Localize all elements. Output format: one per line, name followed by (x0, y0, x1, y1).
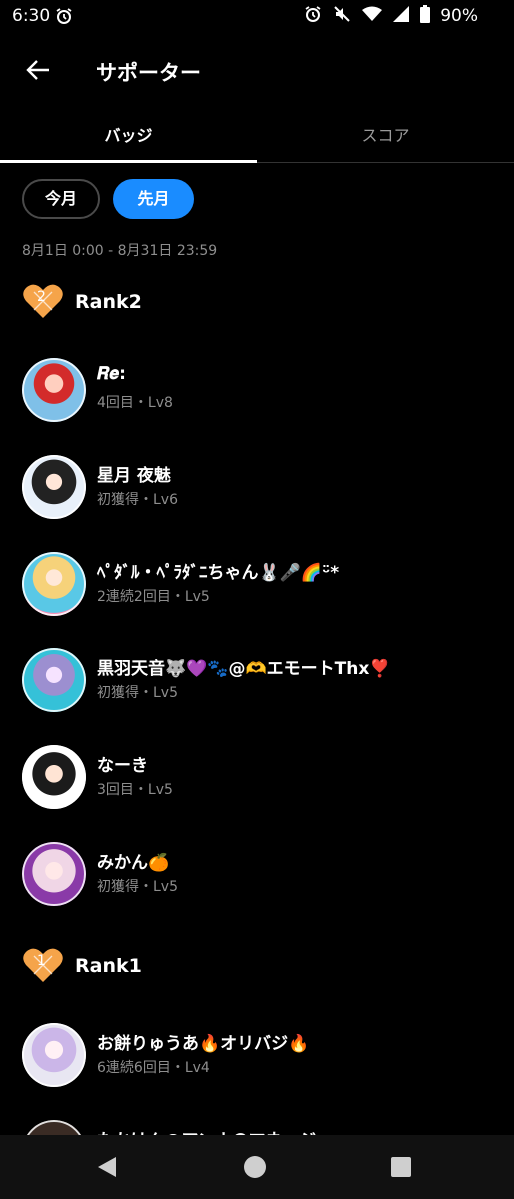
avatar (22, 745, 86, 809)
circle-home-icon (244, 1156, 266, 1178)
avatar (22, 648, 86, 712)
supporter-name: みかん🍊 (97, 853, 170, 873)
rank-label: Rank1 (75, 955, 142, 977)
avatar (22, 842, 86, 906)
tab-bar: バッジ スコア (0, 112, 514, 163)
back-button[interactable] (24, 56, 52, 84)
supporter-name: 星月 夜魅 (97, 466, 171, 486)
heart-badge-icon: 1 (23, 948, 63, 982)
alarm-icon (55, 7, 73, 29)
avatar (22, 552, 86, 616)
supporter-item[interactable]: 𝑹𝒆: 4回目・Lv8 (22, 358, 492, 424)
supporter-item[interactable]: なーき 3回目・Lv5 (22, 745, 492, 811)
battery-percent: 90% (440, 6, 478, 26)
supporter-name: 𝑹𝒆: (97, 364, 126, 384)
heart-badge-icon: 2 (23, 284, 63, 318)
wifi-icon (362, 6, 382, 26)
square-recents-icon (391, 1157, 411, 1177)
nav-back-button[interactable] (96, 1155, 118, 1183)
status-bar: 6:30 90% (0, 0, 514, 32)
signal-icon (393, 6, 409, 26)
nav-home-button[interactable] (243, 1155, 267, 1183)
rank-label: Rank2 (75, 291, 142, 313)
tab-score[interactable]: スコア (257, 122, 514, 146)
supporter-name: なーき (97, 756, 148, 776)
supporter-name: ﾍﾟﾀﾞﾙ・ﾍﾟﾗﾀﾞﾆちゃん🐰🎤🌈ᵕ̈* (97, 563, 340, 583)
page-title: サポーター (96, 61, 201, 85)
arrow-left-icon (26, 60, 49, 80)
supporter-detail: 初獲得・Lv5 (97, 685, 178, 701)
filter-last-month[interactable]: 先月 (113, 179, 194, 219)
avatar (22, 455, 86, 519)
supporter-detail: 初獲得・Lv5 (97, 879, 178, 895)
filter-this-month[interactable]: 今月 (22, 179, 100, 219)
supporter-detail: 2連続2回目・Lv5 (97, 589, 210, 605)
supporter-detail: 3回目・Lv5 (97, 782, 173, 798)
nav-recents-button[interactable] (391, 1157, 411, 1181)
supporter-item[interactable]: 黒羽天音🐺💜🐾@🫶エモートThx❣️ 初獲得・Lv5 (22, 648, 492, 714)
battery-icon (420, 5, 430, 27)
status-time: 6:30 (12, 6, 51, 26)
supporter-item[interactable]: みかん🍊 初獲得・Lv5 (22, 842, 492, 908)
supporter-detail: 初獲得・Lv6 (97, 492, 178, 508)
date-range: 8月1日 0:00 - 8月31日 23:59 (22, 243, 218, 259)
tab-badge[interactable]: バッジ (0, 122, 257, 146)
rank-heart-number: 2 (37, 289, 46, 305)
supporter-item[interactable]: お餅りゅうあ🔥オリバジ🔥 6連続6回目・Lv4 (22, 1023, 492, 1089)
avatar (22, 1023, 86, 1087)
app-header: サポーター (0, 40, 514, 100)
triangle-back-icon (98, 1157, 116, 1177)
mute-icon (333, 5, 351, 27)
supporter-item[interactable]: ﾍﾟﾀﾞﾙ・ﾍﾟﾗﾀﾞﾆちゃん🐰🎤🌈ᵕ̈* 2連続2回目・Lv5 (22, 552, 492, 618)
tab-indicator (0, 160, 257, 163)
supporter-detail: 6連続6回目・Lv4 (97, 1060, 210, 1076)
rank-heart-number: 1 (37, 953, 46, 969)
supporter-item[interactable]: 星月 夜魅 初獲得・Lv6 (22, 455, 492, 521)
supporter-name: 黒羽天音🐺💜🐾@🫶エモートThx❣️ (97, 659, 391, 679)
supporter-detail: 4回目・Lv8 (97, 395, 173, 411)
avatar (22, 358, 86, 422)
system-nav-bar (0, 1135, 514, 1199)
supporter-name: お餅りゅうあ🔥オリバジ🔥 (97, 1034, 310, 1054)
alarm-icon (304, 5, 322, 27)
